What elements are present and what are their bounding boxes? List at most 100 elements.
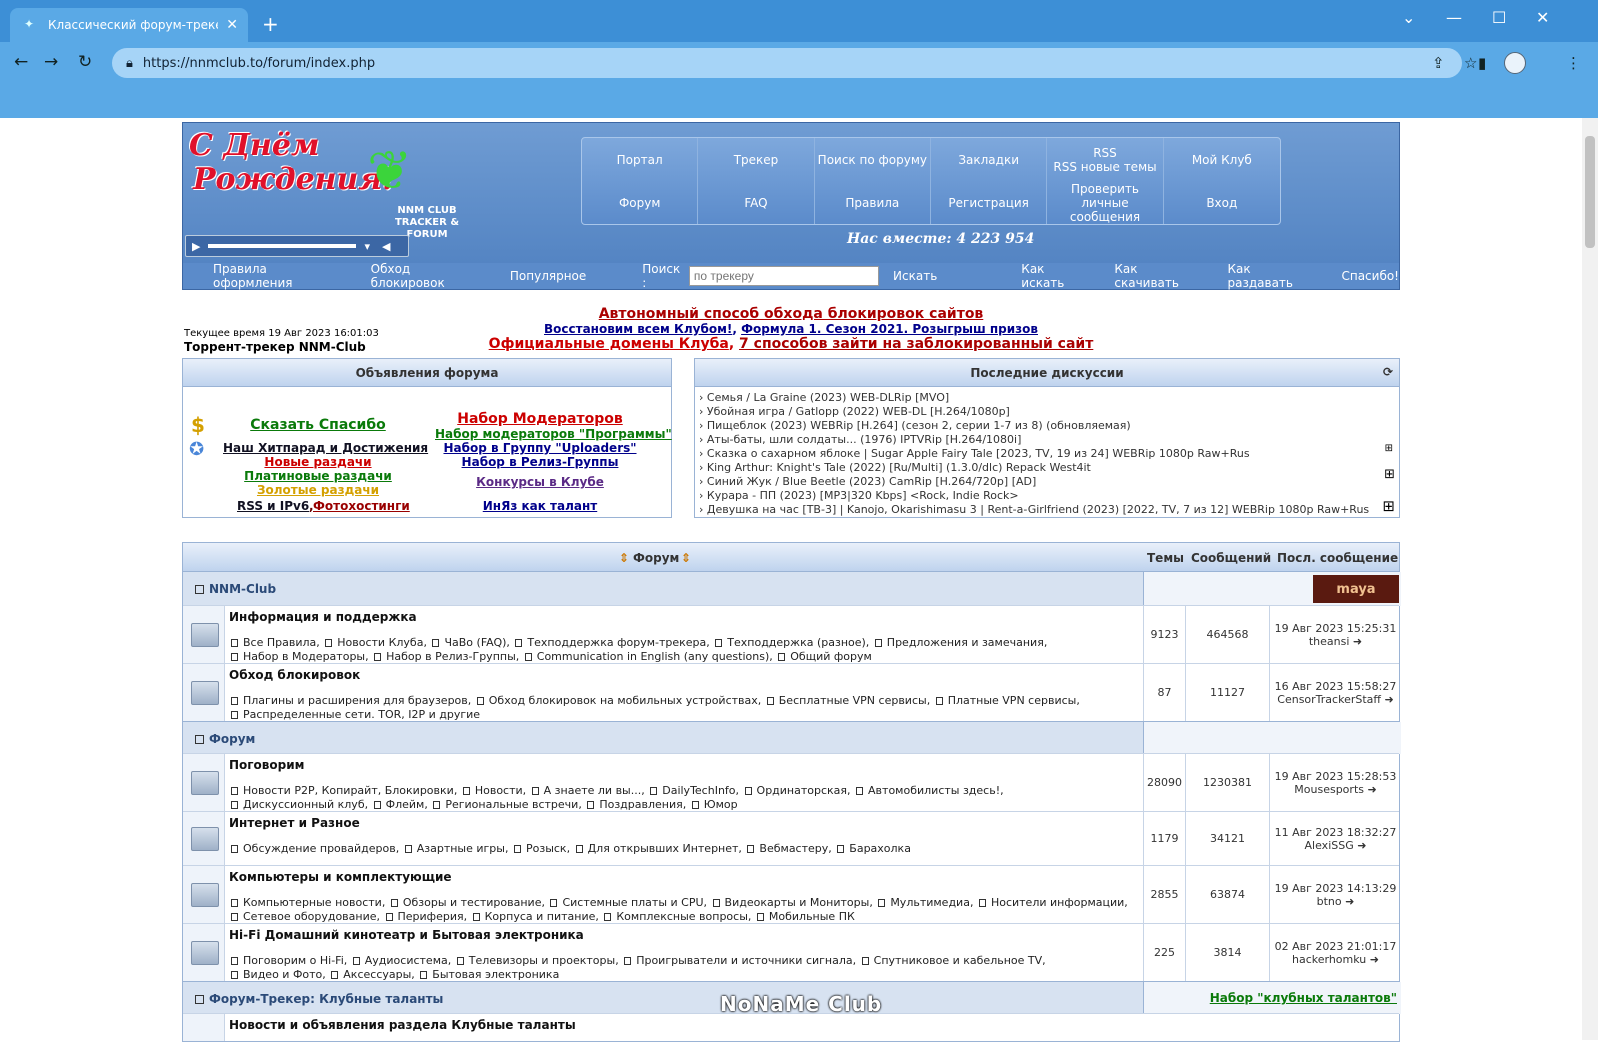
menu-private-messages[interactable]: Проверить личные сообщения <box>1047 181 1164 224</box>
forum-row[interactable]: Компьютеры и комплектующие Компьютерные … <box>183 865 1399 923</box>
ann-uploaders[interactable]: Набор в Группу "Uploaders" <box>435 441 645 455</box>
last-post-user[interactable]: btno <box>1317 895 1342 908</box>
menu-rss[interactable]: RSS RSS новые темы <box>1047 138 1164 181</box>
forum-row[interactable]: Поговорим Новости P2P, Копирайт, Блокиро… <box>183 753 1399 811</box>
last-post-user[interactable]: Mousesports <box>1294 783 1364 796</box>
forum-title[interactable]: Информация и поддержка <box>229 610 417 624</box>
forum-title[interactable]: Hi-Fi Домашний кинотеатр и Бытовая элект… <box>229 928 584 942</box>
search-button[interactable]: Искать <box>893 269 937 283</box>
scrollbar[interactable] <box>1582 118 1598 1040</box>
last-post-user[interactable]: CensorTrackerStaff <box>1277 693 1381 706</box>
bookmark-star-icon[interactable]: ☆ <box>1464 54 1477 72</box>
discussion-item[interactable]: › Сказка о сахарном яблоке | Sugar Apple… <box>699 447 1250 460</box>
expand-icon[interactable]: ⊞ <box>1382 497 1395 515</box>
scroll-thumb[interactable] <box>1585 136 1595 248</box>
link-bypass[interactable]: Обход блокировок <box>371 262 480 290</box>
goto-post-icon[interactable]: ➜ <box>1370 953 1379 966</box>
forum-row[interactable]: Интернет и Разное Обсуждение провайдеров… <box>183 811 1399 865</box>
notice-f1-link[interactable]: Формула 1. Сезон 2021. Розыгрыш призов <box>741 322 1038 336</box>
audio-player[interactable]: ▶ ▾ ◀ <box>185 235 409 257</box>
category-nnm-club[interactable]: NNM-Club maya <box>183 571 1401 606</box>
menu-bookmarks[interactable]: Закладки <box>931 138 1048 181</box>
ann-program-moderators[interactable]: Набор модераторов "Программы" <box>435 427 672 441</box>
goto-post-icon[interactable]: ➜ <box>1345 895 1354 908</box>
forum-title[interactable]: Обход блокировок <box>229 668 360 682</box>
forum-row[interactable]: Обход блокировок Плагины и расширения дл… <box>183 663 1399 721</box>
link-popular[interactable]: Популярное <box>510 269 586 283</box>
menu-faq[interactable]: FAQ <box>698 181 815 224</box>
share-icon[interactable]: ⇪ <box>1432 54 1445 72</box>
link-how-seed[interactable]: Как раздавать <box>1228 262 1314 290</box>
link-thanks[interactable]: Спасибо! <box>1341 269 1399 283</box>
search-input[interactable] <box>688 266 880 286</box>
ann-say-thanks[interactable]: Сказать Спасибо <box>223 417 413 433</box>
menu-register[interactable]: Регистрация <box>931 181 1048 224</box>
menu-login[interactable]: Вход <box>1164 181 1280 224</box>
maya-banner[interactable]: maya <box>1313 575 1399 603</box>
category-forum[interactable]: Форум <box>183 721 1401 754</box>
forum-row[interactable]: Информация и поддержка Все Правила, Ново… <box>183 605 1399 663</box>
ann-contests[interactable]: Конкурсы в Клубе <box>435 475 645 489</box>
goto-post-icon[interactable]: ➜ <box>1353 635 1362 648</box>
ann-moderators[interactable]: Набор Модераторов <box>435 411 645 427</box>
discussion-item[interactable]: › Девушка на час [ТВ-3] | Kanojo, Okaris… <box>699 503 1369 516</box>
ann-hitparade[interactable]: Наш Хитпарад и Достижения <box>223 441 428 455</box>
menu-tracker[interactable]: Трекер <box>698 138 815 181</box>
dropdown-icon[interactable]: ▾ <box>364 240 370 253</box>
forward-icon[interactable]: → <box>44 52 58 72</box>
expand-icon[interactable]: ⊞ <box>1385 443 1393 454</box>
forum-row[interactable]: Hi-Fi Домашний кинотеатр и Бытовая элект… <box>183 923 1399 981</box>
browser-tab[interactable]: ✦ Классический форум-трекер :: ✕ <box>10 8 248 42</box>
volume-icon[interactable]: ◀ <box>382 240 390 253</box>
play-icon[interactable]: ▶ <box>192 240 200 253</box>
menu-my-club[interactable]: Мой Клуб <box>1164 138 1280 181</box>
close-window-icon[interactable]: ✕ <box>1536 8 1549 27</box>
ann-photohosting[interactable]: Фотохостинги <box>313 499 410 513</box>
ann-language-talent[interactable]: ИнЯз как талант <box>435 499 645 513</box>
forum-title[interactable]: Компьютеры и комплектующие <box>229 870 452 884</box>
last-post-user[interactable]: AlexiSSG <box>1305 839 1354 852</box>
menu-forum-search[interactable]: Поиск по форуму <box>815 138 931 181</box>
discussion-item[interactable]: › Курара - ПП (2023) [MP3|320 Kbps] <Roc… <box>699 489 1019 502</box>
refresh-icon[interactable]: ⟳ <box>1383 365 1393 379</box>
ann-release-groups[interactable]: Набор в Релиз-Группы <box>435 455 645 469</box>
discussion-item[interactable]: › Семья / La Graine (2023) WEB-DLRip [MV… <box>699 391 949 404</box>
goto-post-icon[interactable]: ➜ <box>1384 693 1393 706</box>
back-icon[interactable]: ← <box>14 52 28 72</box>
profile-avatar[interactable] <box>1504 52 1526 74</box>
forum-title[interactable]: Поговорим <box>229 758 304 772</box>
forum-title[interactable]: Интернет и Разное <box>229 816 360 830</box>
discussion-item[interactable]: › Пищеблок (2023) WEBRip [H.264] (сезон … <box>699 419 1131 432</box>
last-post-user[interactable]: hackerhomku <box>1292 953 1366 966</box>
discussion-item[interactable]: › Синий Жук / Blue Beetle (2023) CamRip … <box>699 475 1036 488</box>
site-logo[interactable]: С Днём Рождения! ❦ NNM CLUB TRACKER & FORU… <box>189 125 469 241</box>
menu-kebab-icon[interactable]: ⋮ <box>1566 54 1581 72</box>
notice-restore-link[interactable]: Восстановим всем Клубом! <box>544 322 732 336</box>
maximize-icon[interactable]: ☐ <box>1492 8 1506 27</box>
ann-new-releases[interactable]: Новые раздачи <box>223 455 413 469</box>
address-bar[interactable]: 🔒︎ https://nnmclub.to/forum/index.php <box>112 48 1462 78</box>
reload-icon[interactable]: ↻ <box>78 52 92 72</box>
menu-portal[interactable]: Портал <box>582 138 699 181</box>
forum-title[interactable]: Новости и объявления раздела Клубные тал… <box>229 1018 576 1032</box>
progress-bar[interactable] <box>208 244 357 248</box>
ann-rss-ipv6[interactable]: RSS и IPv6 <box>237 499 309 513</box>
ann-platinum[interactable]: Платиновые раздачи <box>223 469 413 483</box>
discussion-item[interactable]: › Аты-баты, шли солдаты... (1976) IPTVRi… <box>699 433 1021 446</box>
last-post-user[interactable]: theansi <box>1309 635 1350 648</box>
link-how-search[interactable]: Как искать <box>1021 262 1086 290</box>
notice-domains-link[interactable]: Официальные домены Клуба <box>489 336 729 352</box>
forum-row[interactable]: Новости и объявления раздела Клубные тал… <box>183 1013 1399 1041</box>
club-talents-link[interactable]: Набор "клубных талантов" <box>1210 991 1397 1005</box>
notice-ways-link[interactable]: 7 способов зайти на заблокированный сайт <box>739 336 1093 352</box>
notice-bypass-link[interactable]: Автономный способ обхода блокировок сайт… <box>182 306 1400 322</box>
minimize-icon[interactable]: — <box>1446 8 1462 27</box>
new-tab-icon[interactable]: + <box>262 12 279 36</box>
menu-rules[interactable]: Правила <box>815 181 931 224</box>
link-how-download[interactable]: Как скачивать <box>1114 262 1199 290</box>
discussion-item[interactable]: › Убойная игра / Gatlopp (2022) WEB-DL [… <box>699 405 1010 418</box>
goto-post-icon[interactable]: ➜ <box>1357 839 1366 852</box>
expand-icon[interactable]: ⊞ <box>1384 467 1395 482</box>
discussion-item[interactable]: › King Arthur: Knight's Tale (2022) [Ru/… <box>699 461 1091 474</box>
ann-gold[interactable]: Золотые раздачи <box>223 483 413 497</box>
